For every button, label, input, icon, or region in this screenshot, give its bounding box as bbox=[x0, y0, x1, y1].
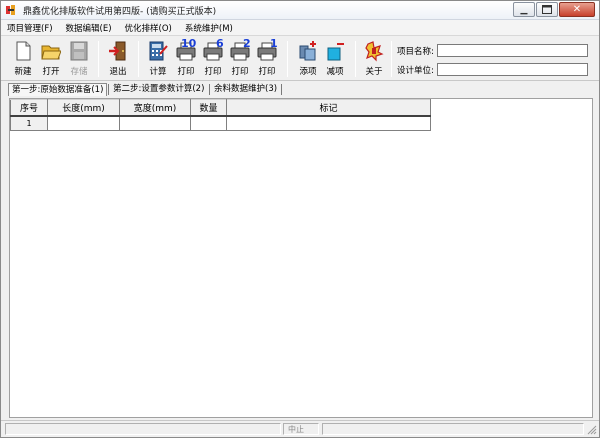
status-panel-left bbox=[5, 423, 281, 435]
new-file-icon bbox=[16, 41, 31, 61]
column-header-quantity[interactable]: 数量 bbox=[190, 99, 227, 117]
maximize-button[interactable] bbox=[536, 2, 558, 17]
toolbar-separator bbox=[98, 41, 99, 77]
remove-item-label: 减项 bbox=[326, 67, 344, 77]
tab-divider bbox=[209, 84, 210, 95]
quantity-cell[interactable] bbox=[190, 115, 227, 131]
new-button[interactable]: 新建 bbox=[10, 39, 36, 79]
tab-step3-leftovers[interactable]: 余料数据维护(3) bbox=[211, 83, 280, 96]
menu-project[interactable]: 项目管理(F) bbox=[7, 22, 53, 34]
save-label: 存储 bbox=[70, 67, 88, 77]
design-unit-label: 设计单位: bbox=[397, 66, 434, 76]
close-button[interactable]: ✕ bbox=[559, 2, 595, 17]
calculator-icon bbox=[149, 41, 168, 61]
exit-label: 退出 bbox=[109, 67, 127, 77]
resize-grip-icon[interactable] bbox=[587, 425, 597, 435]
print-count: 1 bbox=[270, 37, 278, 50]
maximize-icon bbox=[537, 3, 557, 16]
tab-step2-params[interactable]: 第二步:设置参数计算(2) bbox=[110, 83, 207, 96]
app-window: 鼎鑫优化排版软件试用第四版- (请购买正式版本) ▁ ✕ 项目管理(F) 数据编… bbox=[0, 0, 600, 438]
table-row: 1 bbox=[10, 115, 431, 131]
row-index-cell[interactable]: 1 bbox=[10, 115, 48, 131]
column-header-index[interactable]: 序号 bbox=[10, 99, 48, 117]
toolbar-separator bbox=[287, 41, 288, 77]
about-info-icon bbox=[365, 41, 384, 62]
step-tabs: 第一步:原始数据准备(1) 第二步:设置参数计算(2) 余料数据维护(3) bbox=[1, 82, 599, 96]
app-logo-icon bbox=[6, 5, 15, 15]
column-header-mark[interactable]: 标记 bbox=[226, 99, 431, 117]
minimize-button[interactable]: ▁ bbox=[513, 2, 535, 17]
print-count: 2 bbox=[243, 37, 251, 50]
calculate-button[interactable]: 计算 bbox=[145, 39, 171, 79]
tab-divider bbox=[108, 84, 109, 95]
toolbar-separator bbox=[391, 41, 392, 77]
width-cell[interactable] bbox=[119, 115, 191, 131]
status-panel-right bbox=[322, 423, 584, 435]
data-grid: 序号 长度(mm) 宽度(mm) 数量 标记 1 bbox=[10, 99, 431, 131]
window-title: 鼎鑫优化排版软件试用第四版- (请购买正式版本) bbox=[23, 7, 217, 17]
tab-step1-raw-data[interactable]: 第一步:原始数据准备(1) bbox=[8, 83, 108, 96]
print-label: 打印 bbox=[258, 67, 276, 77]
print-1-button[interactable]: 1 打印 bbox=[254, 37, 280, 79]
data-grid-panel[interactable]: 序号 长度(mm) 宽度(mm) 数量 标记 1 bbox=[9, 98, 593, 418]
folder-open-icon bbox=[41, 45, 61, 60]
about-label: 关于 bbox=[365, 67, 383, 77]
print-count: 6 bbox=[216, 37, 224, 50]
remove-item-button[interactable]: 减项 bbox=[322, 39, 348, 79]
menu-optimize[interactable]: 优化排样(O) bbox=[125, 22, 172, 34]
save-disk-icon bbox=[70, 41, 88, 61]
toolbar-separator bbox=[355, 41, 356, 77]
project-name-label: 项目名称: bbox=[397, 47, 434, 57]
design-unit-input[interactable] bbox=[437, 63, 588, 76]
print-count: 10 bbox=[181, 37, 197, 50]
column-header-width[interactable]: 宽度(mm) bbox=[119, 99, 191, 117]
save-button[interactable]: 存储 bbox=[66, 39, 92, 79]
minimize-icon: ▁ bbox=[520, 4, 528, 15]
exit-door-icon bbox=[109, 41, 126, 61]
close-icon: ✕ bbox=[572, 4, 582, 15]
abort-status-text: 中止 bbox=[288, 425, 304, 434]
project-name-input[interactable] bbox=[437, 44, 588, 57]
menu-data-edit[interactable]: 数据编辑(E) bbox=[66, 22, 112, 34]
title-bar[interactable]: 鼎鑫优化排版软件试用第四版- (请购买正式版本) ▁ ✕ bbox=[1, 1, 599, 20]
toolbar: 新建 打开 存储 退出 计算 10 打印 6 打印 2 打印 1 打印 添项 减… bbox=[1, 37, 599, 81]
status-bar: 中止 bbox=[1, 420, 599, 437]
about-button[interactable]: 关于 bbox=[361, 39, 387, 79]
mark-cell[interactable] bbox=[226, 115, 431, 131]
toolbar-separator bbox=[138, 41, 139, 77]
add-row-icon bbox=[299, 41, 316, 61]
exit-button[interactable]: 退出 bbox=[105, 39, 131, 79]
open-button[interactable]: 打开 bbox=[38, 39, 64, 79]
window-controls: ▁ ✕ bbox=[512, 2, 595, 18]
menu-system[interactable]: 系统维护(M) bbox=[185, 22, 233, 34]
column-header-length[interactable]: 长度(mm) bbox=[47, 99, 120, 117]
remove-row-icon bbox=[327, 43, 344, 61]
grid-header-row: 序号 长度(mm) 宽度(mm) 数量 标记 bbox=[10, 99, 431, 117]
tab-divider bbox=[281, 84, 282, 95]
menu-bar: 项目管理(F) 数据编辑(E) 优化排样(O) 系统维护(M) bbox=[1, 20, 599, 36]
length-cell[interactable] bbox=[47, 115, 120, 131]
